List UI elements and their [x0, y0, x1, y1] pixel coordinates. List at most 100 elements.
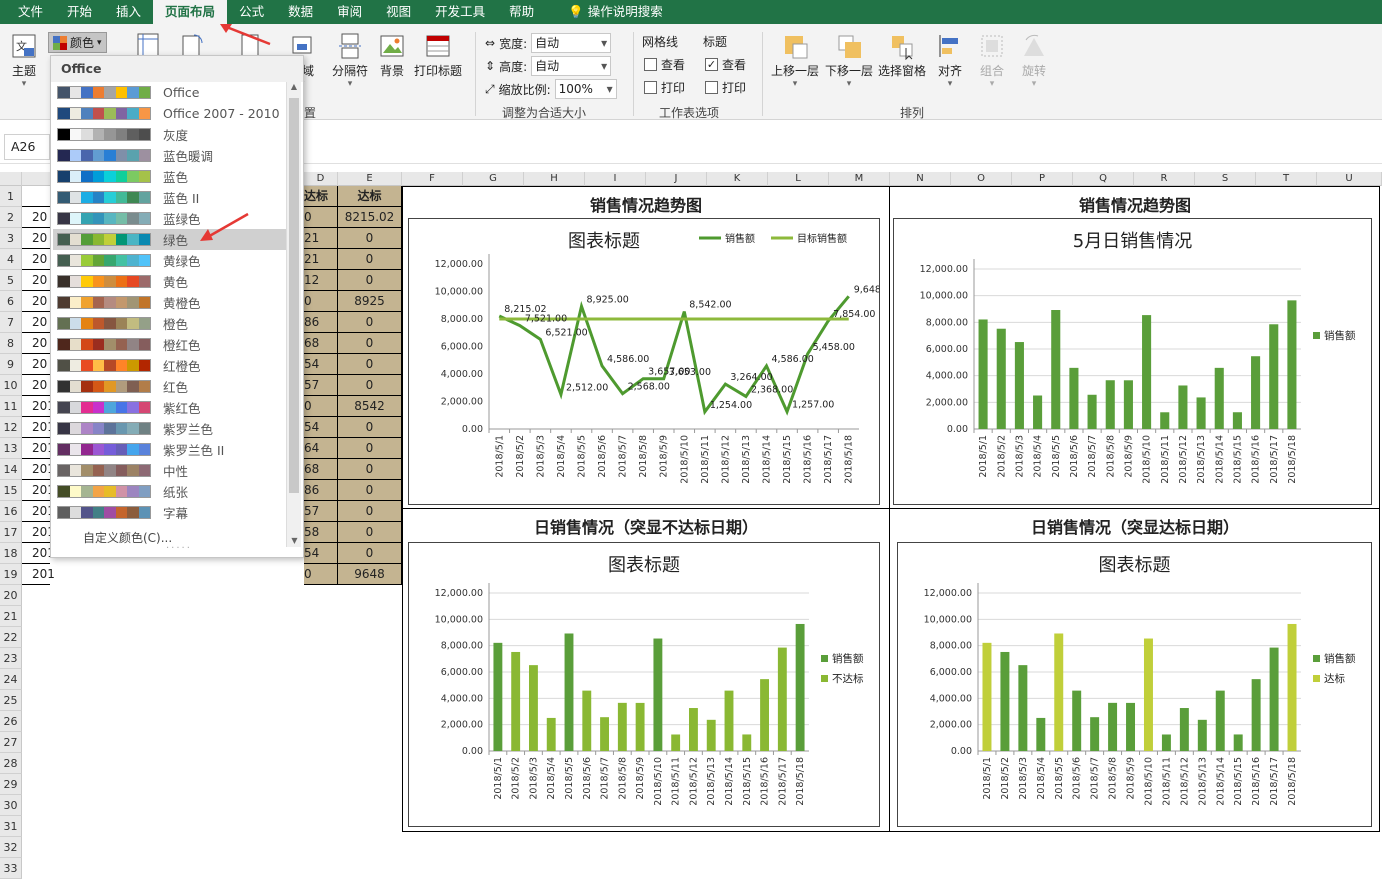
tab-0[interactable]: 文件 — [6, 0, 55, 24]
align-button[interactable]: 对齐 ▾ — [936, 32, 964, 89]
table-cell[interactable]: 201 — [22, 438, 55, 459]
column-header[interactable]: P — [1012, 172, 1073, 186]
table-cell[interactable]: 0 — [304, 396, 338, 417]
theme-color-item[interactable]: 紫罗兰色 II — [53, 439, 286, 460]
row-header[interactable]: 13 — [0, 438, 22, 459]
row-header[interactable]: 18 — [0, 543, 22, 564]
table-cell[interactable]: 0 — [338, 522, 402, 543]
row-header[interactable]: 28 — [0, 753, 22, 774]
column-header[interactable]: M — [829, 172, 890, 186]
row-header[interactable]: 19 — [0, 564, 22, 585]
row-header[interactable]: 23 — [0, 648, 22, 669]
theme-color-item[interactable]: 红橙色 — [53, 355, 286, 376]
table-cell[interactable]: 21 — [304, 249, 338, 270]
row-header[interactable]: 15 — [0, 480, 22, 501]
column-header[interactable]: F — [402, 172, 463, 186]
tab-7[interactable]: 视图 — [374, 0, 423, 24]
theme-color-item[interactable]: 红色 — [53, 376, 286, 397]
table-cell[interactable]: 0 — [338, 249, 402, 270]
table-cell[interactable]: 20 — [22, 207, 50, 228]
theme-color-item[interactable]: 黄绿色 — [53, 250, 286, 271]
table-cell[interactable]: 20 — [22, 249, 50, 270]
table-cell[interactable]: 20 — [22, 333, 50, 354]
table-cell[interactable]: 0 — [338, 543, 402, 564]
row-header[interactable]: 33 — [0, 858, 22, 879]
table-cell[interactable]: 0 — [304, 291, 338, 312]
table-cell[interactable]: 8542 — [338, 396, 402, 417]
table-cell[interactable]: 20 — [22, 291, 50, 312]
table-cell[interactable]: 12 — [304, 270, 338, 291]
row-header[interactable]: 1 — [0, 186, 22, 207]
chart-area[interactable]: 5月日销售情况 0.00 2,000.00 4,000.00 6,000.00 8,000… — [893, 218, 1372, 505]
table-cell[interactable]: 20 — [22, 228, 50, 249]
table-cell[interactable]: 201 — [22, 480, 55, 501]
theme-color-item[interactable]: Office 2007 - 2010 — [53, 103, 286, 124]
theme-color-item[interactable]: 橙色 — [53, 313, 286, 334]
table-cell[interactable]: 86 — [304, 480, 338, 501]
table-cell[interactable]: 0 — [338, 312, 402, 333]
bring-forward-button[interactable]: 上移一层 ▾ — [771, 32, 819, 89]
table-cell[interactable]: 201 — [22, 543, 55, 564]
height-select[interactable]: 自动 — [531, 56, 612, 76]
table-cell[interactable]: 21 — [304, 228, 338, 249]
tab-3[interactable]: 页面布局 — [153, 0, 228, 24]
table-cell[interactable]: 64 — [304, 438, 338, 459]
select-all-corner[interactable] — [0, 172, 22, 186]
table-cell[interactable]: 20 — [22, 270, 50, 291]
table-cell[interactable]: 0 — [338, 333, 402, 354]
theme-color-item[interactable]: 紫罗兰色 — [53, 418, 286, 439]
row-header[interactable]: 16 — [0, 501, 22, 522]
column-header[interactable]: H — [524, 172, 585, 186]
row-header[interactable]: 17 — [0, 522, 22, 543]
table-cell[interactable]: 201 — [22, 501, 55, 522]
row-header[interactable]: 11 — [0, 396, 22, 417]
table-cell[interactable]: 达标 — [304, 186, 338, 207]
row-header[interactable]: 30 — [0, 795, 22, 816]
column-header[interactable]: J — [646, 172, 707, 186]
row-header[interactable]: 4 — [0, 249, 22, 270]
table-cell[interactable]: 57 — [304, 375, 338, 396]
tell-me-search[interactable]: 💡 操作说明搜索 — [556, 0, 675, 24]
table-cell[interactable]: 201 — [22, 522, 55, 543]
chart-area[interactable]: 图表标题 0.00 2,000.00 4,000.00 6,000.00 8,000.00… — [408, 542, 880, 827]
rotate-button[interactable]: 旋转 ▾ — [1020, 32, 1048, 89]
column-header[interactable]: R — [1134, 172, 1195, 186]
scale-input[interactable]: 100% — [554, 79, 617, 99]
table-cell[interactable]: 201 — [22, 459, 55, 480]
table-cell[interactable]: 201 — [22, 417, 55, 438]
table-cell[interactable]: 201 — [22, 396, 55, 417]
row-header[interactable]: 25 — [0, 690, 22, 711]
table-cell[interactable]: 54 — [304, 417, 338, 438]
table-cell[interactable]: 0 — [304, 564, 338, 585]
column-header[interactable]: S — [1195, 172, 1256, 186]
column-header[interactable]: K — [707, 172, 768, 186]
table-cell[interactable]: 68 — [304, 333, 338, 354]
theme-color-item[interactable]: 纸张 — [53, 481, 286, 502]
theme-button[interactable]: 文 主题 ▾ — [10, 32, 38, 89]
row-header[interactable]: 29 — [0, 774, 22, 795]
row-header[interactable]: 7 — [0, 312, 22, 333]
column-header[interactable]: E — [338, 172, 402, 186]
table-cell[interactable]: 0 — [338, 480, 402, 501]
tab-2[interactable]: 插入 — [104, 0, 153, 24]
tab-1[interactable]: 开始 — [55, 0, 104, 24]
chart-area[interactable]: 图表标题 0.00 2,000.00 4,000.00 6,000.00 8,000.00… — [897, 542, 1372, 827]
tab-9[interactable]: 帮助 — [497, 0, 546, 24]
row-header[interactable]: 9 — [0, 354, 22, 375]
headings-print-checkbox[interactable] — [705, 81, 718, 94]
send-backward-button[interactable]: 下移一层 ▾ — [825, 32, 873, 89]
row-header[interactable]: 32 — [0, 837, 22, 858]
table-cell[interactable]: 8925 — [338, 291, 402, 312]
table-cell[interactable] — [22, 186, 50, 207]
theme-color-item[interactable]: 灰度 — [53, 124, 286, 145]
table-cell[interactable]: 0 — [338, 501, 402, 522]
row-header[interactable]: 21 — [0, 606, 22, 627]
group-button[interactable]: 组合 ▾ — [978, 32, 1006, 89]
table-cell[interactable]: 58 — [304, 522, 338, 543]
colors-button[interactable]: 颜色 ▾ — [48, 32, 107, 53]
table-cell[interactable]: 0 — [304, 207, 338, 228]
row-header[interactable]: 27 — [0, 732, 22, 753]
width-select[interactable]: 自动 — [531, 33, 612, 53]
column-header[interactable]: Q — [1073, 172, 1134, 186]
row-header[interactable]: 31 — [0, 816, 22, 837]
